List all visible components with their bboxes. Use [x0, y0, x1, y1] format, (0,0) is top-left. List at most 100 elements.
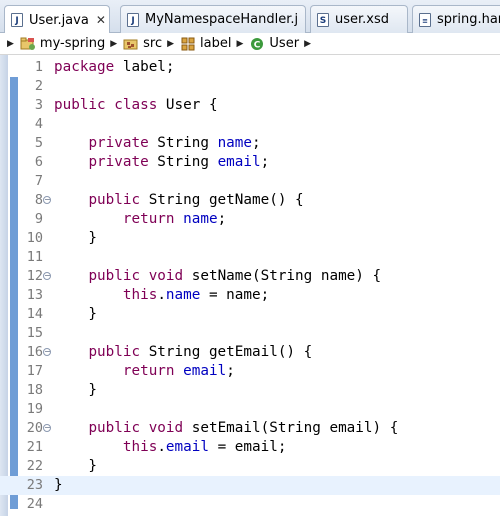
chevron-right-icon[interactable]: ▶	[167, 39, 174, 49]
tab-user-xsd[interactable]: S user.xsd	[310, 5, 408, 33]
line-number: 3	[34, 97, 43, 113]
editor-tab-bar: J User.java ✕ J MyNamespaceHandler.j S u…	[0, 0, 500, 34]
code-token: }	[54, 382, 98, 398]
code-text: this.name = name;	[54, 286, 269, 305]
breadcrumb-label: src	[143, 36, 163, 51]
code-text: public void setEmail(String email) {	[54, 419, 398, 438]
tab-label: user.xsd	[335, 12, 390, 27]
breadcrumb-src[interactable]: src	[123, 36, 162, 51]
code-line[interactable]: 17 return email;	[0, 362, 500, 381]
code-line[interactable]: 6 private String email;	[0, 153, 500, 172]
code-token: }	[54, 458, 98, 474]
line-number: 13	[26, 287, 43, 303]
code-line[interactable]: 3 public class User {	[0, 96, 500, 115]
code-token: ;	[260, 154, 270, 170]
tab-label: MyNamespaceHandler.j	[145, 12, 299, 27]
code-line[interactable]: 14 }	[0, 305, 500, 324]
code-line[interactable]: 20− public void setEmail(String email) {	[0, 419, 500, 438]
code-token: setName(String name) {	[183, 268, 382, 284]
close-icon[interactable]: ✕	[96, 13, 106, 27]
line-number: 4	[34, 116, 43, 132]
code-line[interactable]: 16− public String getEmail() {	[0, 343, 500, 362]
code-lines: 1 package label; 2 3 public class User { 4 5 p…	[0, 58, 500, 514]
chevron-right-icon[interactable]: ▶	[7, 39, 14, 49]
breadcrumb-class[interactable]: C User	[249, 36, 299, 51]
code-line[interactable]: 9 return name;	[0, 210, 500, 229]
breadcrumb-project[interactable]: my-spring	[20, 36, 105, 51]
code-line[interactable]: 21 this.email = email;	[0, 438, 500, 457]
code-text: }	[54, 229, 97, 248]
breadcrumb-label: User	[269, 36, 300, 51]
code-token: ;	[217, 211, 227, 227]
breadcrumb-package[interactable]: label	[180, 36, 232, 51]
line-number: 9	[34, 211, 43, 227]
code-token: = name;	[200, 287, 270, 303]
code-line[interactable]: 8− public String getName() {	[0, 191, 500, 210]
breadcrumb: ▶ my-spring ▶ src ▶ label ▶ C User ▶	[0, 33, 500, 55]
tab-user-java[interactable]: J User.java ✕	[4, 5, 110, 34]
code-token: }	[54, 306, 98, 322]
code-line[interactable]: 22 }	[0, 457, 500, 476]
class-icon: C	[249, 37, 265, 51]
code-token: String getName() {	[140, 192, 304, 208]
code-line[interactable]: 2	[0, 77, 500, 96]
code-line[interactable]: 23}	[0, 476, 500, 495]
field-token: name	[217, 135, 253, 151]
line-number: 21	[26, 439, 43, 455]
code-text: public String getName() {	[54, 191, 304, 210]
code-line[interactable]: 12− public void setName(String name) {	[0, 267, 500, 286]
code-line[interactable]: 19	[0, 400, 500, 419]
code-line[interactable]: 24	[0, 495, 500, 514]
line-number: 19	[26, 401, 43, 417]
fold-collapse-icon[interactable]: −	[43, 348, 51, 356]
line-number: 6	[34, 154, 43, 170]
code-token: ;	[226, 363, 235, 379]
code-line[interactable]: 11	[0, 248, 500, 267]
code-token: .	[157, 439, 166, 455]
fold-collapse-icon[interactable]: −	[43, 196, 51, 204]
chevron-right-icon[interactable]: ▶	[110, 39, 117, 49]
code-token: setEmail(String email) {	[183, 420, 399, 436]
chevron-right-icon[interactable]: ▶	[304, 39, 311, 49]
line-number: 12	[26, 268, 43, 284]
code-line[interactable]: 5 private String name;	[0, 134, 500, 153]
code-token: String getEmail() {	[140, 344, 313, 360]
code-editor[interactable]: 1 package label; 2 3 public class User { 4 5 p…	[0, 55, 500, 516]
tab-label: spring.hand	[437, 12, 500, 27]
tab-spring-handlers[interactable]: ≡ spring.hand	[412, 5, 500, 33]
fold-collapse-icon[interactable]: −	[43, 272, 51, 280]
code-text: return name;	[54, 210, 226, 229]
code-line[interactable]: 4	[0, 115, 500, 134]
code-line[interactable]: 10 }	[0, 229, 500, 248]
code-text: public class User {	[54, 96, 218, 115]
source-folder-icon	[123, 37, 139, 51]
code-text: public void setName(String name) {	[54, 267, 381, 286]
code-line[interactable]: 13 this.name = name;	[0, 286, 500, 305]
keyword-token: public	[88, 344, 141, 360]
fold-collapse-icon[interactable]: −	[43, 424, 51, 432]
code-text: }	[54, 381, 97, 400]
code-line[interactable]: 15	[0, 324, 500, 343]
tab-mynamespacehandler[interactable]: J MyNamespaceHandler.j	[120, 5, 306, 33]
line-number: 16	[26, 344, 43, 360]
package-icon	[180, 37, 196, 51]
line-number: 2	[34, 78, 43, 94]
code-text: private String email;	[54, 153, 269, 172]
code-line[interactable]: 1 package label;	[0, 58, 500, 77]
keyword-token: this	[122, 439, 158, 455]
keyword-token: return	[122, 211, 175, 227]
code-line[interactable]: 18 }	[0, 381, 500, 400]
breadcrumb-label: label	[200, 36, 232, 51]
code-line[interactable]: 7	[0, 172, 500, 191]
chevron-right-icon[interactable]: ▶	[237, 39, 244, 49]
code-token: }	[54, 230, 98, 246]
